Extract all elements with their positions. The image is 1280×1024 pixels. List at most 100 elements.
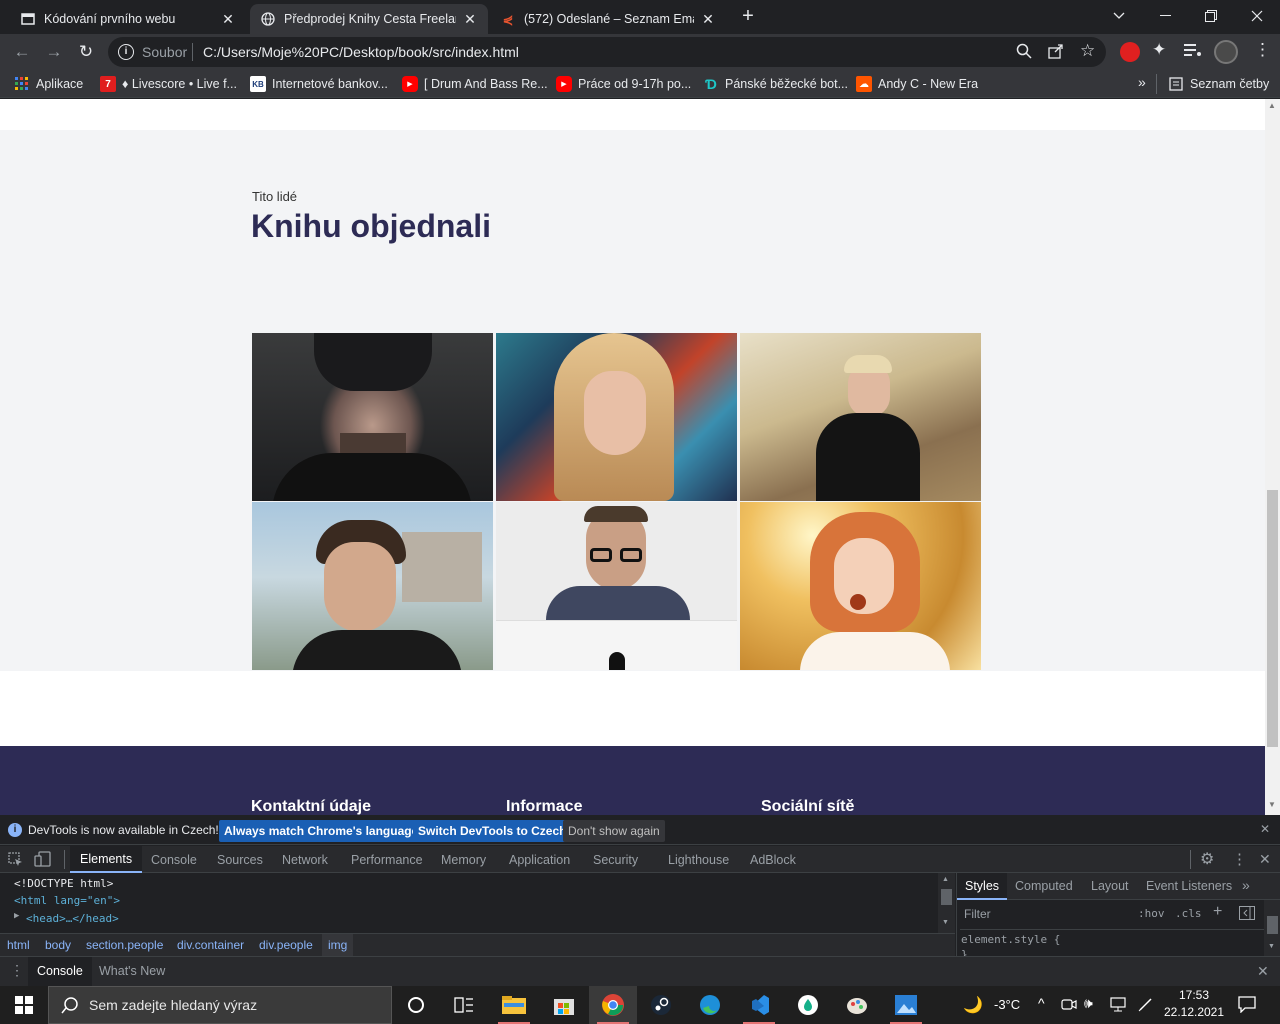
volume-icon[interactable]: 🕪 — [1084, 995, 1093, 1012]
bookmark-livescore[interactable]: 7 ♦ Livescore • Live f... — [100, 76, 237, 92]
scrollbar-thumb[interactable] — [1267, 916, 1278, 934]
tab-sources[interactable]: Sources — [217, 846, 263, 873]
notification-center-icon[interactable] — [1238, 995, 1256, 1016]
scroll-down-icon[interactable]: ▼ — [1268, 800, 1276, 809]
tab-elements[interactable]: Elements — [70, 846, 143, 873]
address-bar[interactable]: i Soubor C:/Users/Moje%20PC/Desktop/book… — [108, 37, 1106, 67]
crumb-html[interactable]: html — [7, 938, 30, 952]
inspect-element-icon[interactable] — [8, 852, 24, 871]
network-icon[interactable] — [1110, 996, 1126, 1015]
chrome-taskbar-icon[interactable] — [589, 986, 637, 1024]
url-text[interactable]: C:/Users/Moje%20PC/Desktop/book/src/inde… — [203, 44, 519, 60]
crumb-section-people[interactable]: section.people — [86, 938, 163, 952]
tab-console[interactable]: Console — [151, 846, 197, 873]
dont-show-again-button[interactable]: Don't show again — [563, 820, 665, 842]
close-tab-icon[interactable]: ✕ — [700, 11, 716, 28]
element-style-rule[interactable]: element.style { } — [960, 929, 1264, 961]
tab-adblock[interactable]: AdBlock — [750, 846, 796, 873]
reload-icon[interactable]: ↻ — [72, 38, 100, 66]
share-icon[interactable] — [1048, 43, 1064, 62]
crumb-div-container[interactable]: div.container — [177, 938, 244, 952]
scroll-up-icon[interactable]: ▲ — [942, 876, 949, 883]
clock-date[interactable]: 22.12.2021 — [1160, 1005, 1228, 1019]
forward-arrow-icon[interactable]: → — [40, 38, 68, 66]
temperature-text[interactable]: -3°C — [994, 997, 1020, 1012]
tab-kodovani[interactable]: Kódování prvního webu ✕ — [10, 4, 246, 34]
close-devtools-icon[interactable]: ✕ — [1259, 851, 1271, 868]
pen-workspace-icon[interactable] — [1138, 996, 1154, 1015]
meet-now-icon[interactable] — [1061, 996, 1077, 1015]
settings-gear-icon[interactable]: ⚙ — [1200, 849, 1214, 869]
close-window-button[interactable] — [1234, 0, 1280, 32]
tab-security[interactable]: Security — [593, 846, 638, 873]
bookmark-star-icon[interactable]: ☆ — [1080, 41, 1095, 61]
minimize-button[interactable] — [1142, 0, 1188, 32]
bookmark-andy-c[interactable]: ☁ Andy C - New Era — [856, 76, 978, 92]
hov-toggle[interactable]: :hov — [1138, 907, 1165, 920]
profile-avatar[interactable] — [1214, 40, 1238, 64]
more-options-icon[interactable]: ⋮ — [1232, 850, 1247, 868]
bookmark-aplikace[interactable]: Aplikace — [14, 76, 83, 92]
drawer-tab-whats-new[interactable]: What's New — [99, 964, 165, 978]
drawer-menu-icon[interactable]: ⋮ — [10, 962, 24, 979]
tab-event-listeners[interactable]: Event Listeners — [1146, 879, 1232, 893]
task-view-icon[interactable] — [440, 986, 488, 1024]
tab-computed[interactable]: Computed — [1015, 879, 1073, 893]
scroll-up-icon[interactable]: ▲ — [1268, 101, 1276, 110]
media-control-icon[interactable] — [1184, 43, 1202, 60]
tab-network[interactable]: Network — [282, 846, 328, 873]
tray-overflow-icon[interactable]: ^ — [1038, 995, 1045, 1011]
adblock-extension-icon[interactable] — [1120, 42, 1140, 62]
app-drop-icon[interactable] — [784, 986, 832, 1024]
crumb-body[interactable]: body — [45, 938, 71, 952]
edge-icon[interactable] — [686, 986, 734, 1024]
scrollbar-thumb[interactable] — [1267, 490, 1278, 747]
drawer-tab-console[interactable]: Console — [28, 957, 92, 986]
expand-triangle-icon[interactable]: ▶ — [14, 911, 19, 921]
new-tab-button[interactable]: + — [737, 5, 759, 27]
code-line-doctype[interactable]: <!DOCTYPE html> — [14, 877, 113, 890]
styles-scrollbar[interactable]: ▼ — [1264, 900, 1280, 956]
close-tab-icon[interactable]: ✕ — [220, 11, 236, 28]
zoom-search-icon[interactable] — [1016, 43, 1032, 62]
scroll-down-icon[interactable]: ▼ — [1268, 943, 1275, 950]
vscode-icon[interactable] — [735, 986, 783, 1024]
tab-application[interactable]: Application — [509, 846, 570, 873]
switch-devtools-button[interactable]: Switch DevTools to Czech — [413, 820, 572, 842]
info-icon[interactable]: i — [118, 44, 134, 60]
weather-moon-icon[interactable]: 🌙 — [963, 995, 983, 1015]
code-line-head[interactable]: <head>…</head> — [26, 912, 119, 925]
extensions-puzzle-icon[interactable]: ✦ — [1152, 40, 1166, 60]
taskbar-search-box[interactable]: Sem zadejte hledaný výraz — [48, 986, 392, 1024]
bookmark-panske-bezecke[interactable]: Ɗ Pánské běžecké bot... — [703, 76, 848, 92]
close-infobar-icon[interactable]: ✕ — [1260, 822, 1270, 836]
tab-predprodej[interactable]: Předprodej Knihy Cesta Freelance ✕ — [250, 4, 488, 34]
close-drawer-icon[interactable]: ✕ — [1257, 963, 1269, 980]
always-match-language-button[interactable]: Always match Chrome's language — [219, 820, 424, 842]
elements-scrollbar[interactable]: ▲ ▼ — [938, 873, 955, 933]
tab-lighthouse[interactable]: Lighthouse — [668, 846, 729, 873]
close-tab-icon[interactable]: ✕ — [462, 11, 478, 28]
microsoft-store-icon[interactable] — [540, 986, 588, 1024]
bookmarks-overflow-button[interactable]: » — [1138, 74, 1146, 90]
bookmark-drum-and-bass[interactable]: ▶ [ Drum And Bass Re... — [402, 76, 548, 92]
bookmark-bank[interactable]: KB Internetové bankov... — [250, 76, 388, 92]
device-toolbar-icon[interactable] — [34, 851, 52, 870]
reading-list-button[interactable]: Seznam četby — [1168, 76, 1269, 92]
crumb-img[interactable]: img — [322, 934, 354, 956]
tab-performance[interactable]: Performance — [351, 846, 423, 873]
windows-start-icon[interactable] — [0, 986, 48, 1024]
restore-button[interactable] — [1188, 0, 1234, 32]
crumb-div-people[interactable]: div.people — [259, 938, 313, 952]
menu-dots-icon[interactable]: ⋮ — [1254, 40, 1271, 60]
cortana-icon[interactable] — [392, 986, 440, 1024]
photos-icon[interactable] — [882, 986, 930, 1024]
styles-filter-input[interactable]: Filter — [959, 904, 1127, 924]
tab-memory[interactable]: Memory — [441, 846, 486, 873]
bookmark-prace[interactable]: ▶ Práce od 9-17h po... — [556, 76, 691, 92]
back-arrow-icon[interactable]: ← — [8, 38, 36, 66]
cls-toggle[interactable]: .cls — [1175, 907, 1202, 920]
tab-styles[interactable]: Styles — [957, 873, 1008, 900]
styles-more-tabs[interactable]: » — [1242, 877, 1250, 893]
clock-time[interactable]: 17:53 — [1166, 988, 1222, 1002]
